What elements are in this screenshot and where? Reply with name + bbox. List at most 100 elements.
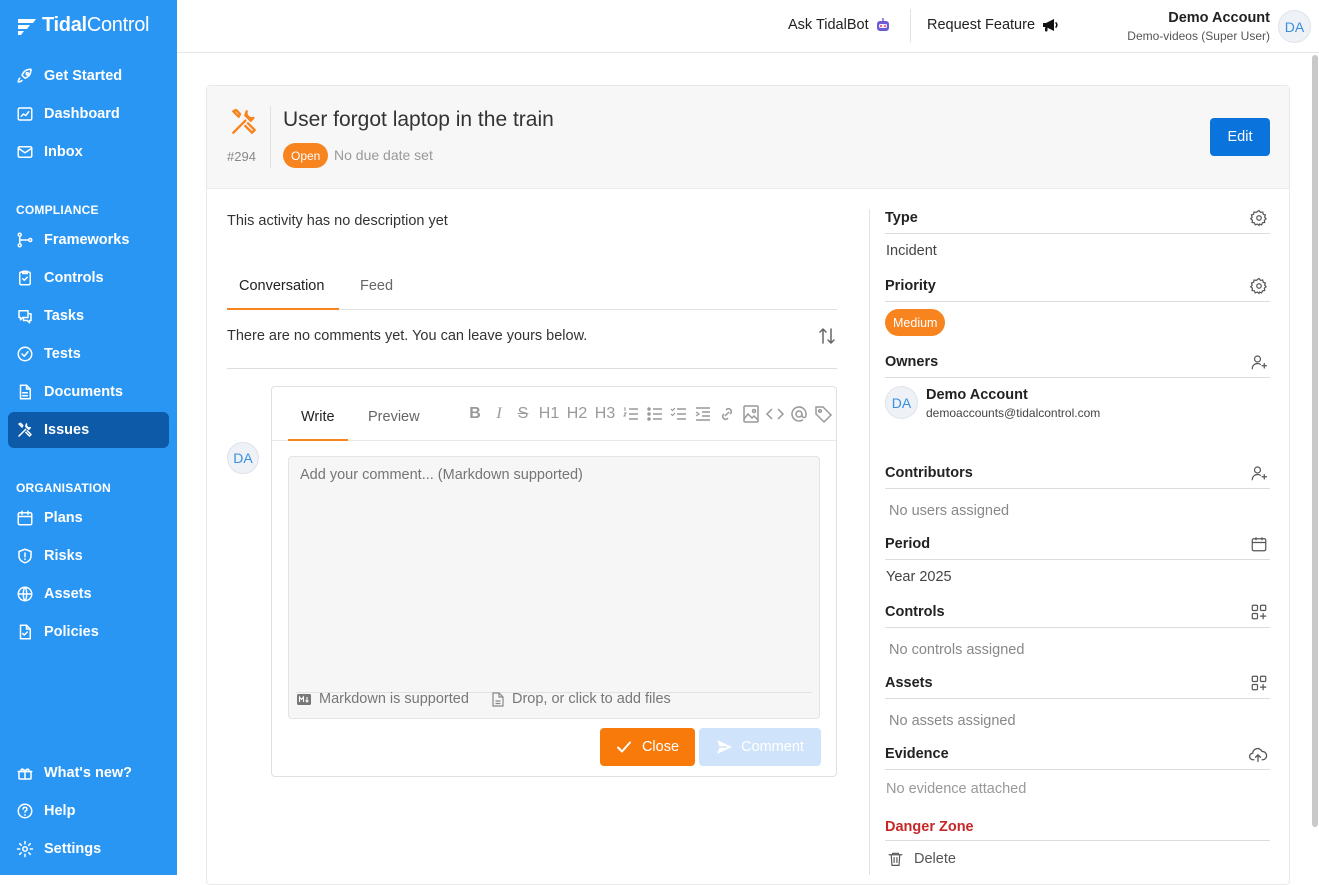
frameworks-icon bbox=[17, 232, 33, 248]
delete-button[interactable]: Delete bbox=[887, 850, 956, 868]
request-feature-link[interactable]: Request Feature bbox=[927, 17, 1059, 33]
edit-button[interactable]: Edit bbox=[1210, 118, 1270, 156]
indent-icon[interactable] bbox=[693, 404, 713, 424]
link-icon[interactable] bbox=[717, 404, 737, 424]
account-avatar[interactable]: DA bbox=[1278, 10, 1311, 43]
status-badge: Open bbox=[283, 143, 329, 168]
heading3-button[interactable]: H3 bbox=[593, 405, 617, 423]
type-label: Type bbox=[885, 210, 918, 226]
markdown-note-text: Markdown is supported bbox=[319, 691, 469, 707]
sidebar-item-issues[interactable]: Issues bbox=[8, 412, 169, 448]
image-icon[interactable] bbox=[741, 404, 761, 424]
tab-feed[interactable]: Feed bbox=[360, 278, 393, 294]
gear-icon[interactable] bbox=[1250, 209, 1268, 227]
sidebar-item-label: Plans bbox=[44, 510, 83, 526]
sidebar-item-inbox[interactable]: Inbox bbox=[8, 134, 169, 170]
task-list-icon[interactable] bbox=[669, 404, 689, 424]
sort-icon[interactable] bbox=[817, 327, 837, 345]
request-feature-label: Request Feature bbox=[927, 17, 1036, 33]
conversation-tabs: Conversation Feed bbox=[227, 269, 837, 310]
sidebar-item-documents[interactable]: Documents bbox=[8, 374, 169, 410]
code-icon[interactable] bbox=[765, 404, 785, 424]
active-tab-indicator bbox=[227, 308, 339, 310]
sidebar: TidalControl Get Started Dashboard Inbox… bbox=[0, 0, 177, 875]
controls-empty-text: No controls assigned bbox=[889, 642, 1025, 658]
assets-empty-text: No assets assigned bbox=[889, 713, 1016, 729]
heading2-button[interactable]: H2 bbox=[565, 405, 589, 423]
sidebar-item-policies[interactable]: Policies bbox=[8, 614, 169, 650]
ask-tidalbot-link[interactable]: Ask TidalBot bbox=[788, 17, 891, 33]
tidalcontrol-logo[interactable]: TidalControl bbox=[16, 14, 149, 37]
evidence-label: Evidence bbox=[885, 746, 949, 762]
comment-button[interactable]: Comment bbox=[699, 728, 821, 766]
dashboard-icon bbox=[17, 107, 33, 121]
tag-icon[interactable] bbox=[813, 404, 833, 424]
commenter-avatar: DA bbox=[227, 442, 259, 474]
documents-icon bbox=[19, 384, 31, 400]
add-grid-icon[interactable] bbox=[1250, 603, 1268, 621]
add-files-text: Drop, or click to add files bbox=[512, 691, 671, 707]
period-value[interactable]: Year 2025 bbox=[886, 569, 952, 585]
comment-editor: Write Preview B I S H1 H2 H3 Markdown is… bbox=[271, 386, 837, 777]
issues-icon bbox=[18, 422, 32, 437]
file-icon bbox=[492, 691, 504, 707]
robot-icon bbox=[876, 18, 889, 31]
mention-icon[interactable] bbox=[789, 404, 809, 424]
sidebar-item-dashboard[interactable]: Dashboard bbox=[8, 96, 169, 132]
tab-write[interactable]: Write bbox=[301, 409, 335, 425]
sidebar-item-label: Risks bbox=[44, 548, 83, 564]
heading1-button[interactable]: H1 bbox=[537, 405, 561, 423]
add-user-icon[interactable] bbox=[1250, 464, 1268, 482]
sidebar-item-frameworks[interactable]: Frameworks bbox=[8, 222, 169, 258]
no-comments-text: There are no comments yet. You can leave… bbox=[227, 328, 588, 344]
sidebar-item-help[interactable]: Help bbox=[8, 793, 169, 829]
close-issue-button[interactable]: Close bbox=[600, 728, 695, 766]
sidebar-item-controls[interactable]: Controls bbox=[8, 260, 169, 296]
comment-input[interactable] bbox=[288, 456, 820, 719]
priority-badge[interactable]: Medium bbox=[885, 309, 946, 336]
sidebar-item-risks[interactable]: Risks bbox=[8, 538, 169, 574]
unordered-list-icon[interactable] bbox=[645, 404, 665, 424]
sidebar-item-tasks[interactable]: Tasks bbox=[8, 298, 169, 334]
gear-icon[interactable] bbox=[1250, 277, 1268, 295]
tab-preview[interactable]: Preview bbox=[368, 409, 420, 425]
tab-conversation[interactable]: Conversation bbox=[239, 278, 324, 294]
add-files-dropzone[interactable]: Drop, or click to add files bbox=[492, 691, 671, 707]
sidebar-item-whats-new[interactable]: What's new? bbox=[8, 755, 169, 791]
account-name[interactable]: Demo Account bbox=[1168, 10, 1270, 26]
sidebar-item-label: Get Started bbox=[44, 68, 123, 84]
rocket-icon bbox=[17, 68, 32, 83]
sidebar-item-label: Issues bbox=[44, 422, 90, 438]
ordered-list-icon[interactable] bbox=[621, 404, 641, 424]
editor-tabs: Write Preview B I S H1 H2 H3 bbox=[272, 387, 836, 441]
issue-number: #294 bbox=[227, 149, 256, 164]
type-value[interactable]: Incident bbox=[886, 243, 937, 259]
logo-text-light: Control bbox=[86, 14, 150, 36]
add-user-icon[interactable] bbox=[1250, 353, 1268, 371]
topbar-divider bbox=[910, 9, 911, 42]
sidebar-item-settings[interactable]: Settings bbox=[8, 831, 169, 867]
gift-icon bbox=[17, 768, 33, 780]
sidebar-item-tests[interactable]: Tests bbox=[8, 336, 169, 372]
due-date-text: No due date set bbox=[334, 147, 433, 163]
page-scrollbar[interactable] bbox=[1312, 55, 1318, 827]
assets-label: Assets bbox=[885, 675, 933, 691]
add-grid-icon[interactable] bbox=[1250, 674, 1268, 692]
sidebar-item-assets[interactable]: Assets bbox=[8, 576, 169, 612]
type-section-header: Type bbox=[885, 209, 1270, 234]
cloud-upload-icon[interactable] bbox=[1248, 745, 1268, 763]
issue-tools-icon bbox=[232, 108, 256, 134]
bold-icon[interactable]: B bbox=[465, 404, 485, 424]
sidebar-item-get-started[interactable]: Get Started bbox=[8, 58, 169, 94]
markdown-supported-note[interactable]: Markdown is supported bbox=[297, 691, 469, 707]
owner-avatar: DA bbox=[885, 386, 918, 419]
calendar-icon[interactable] bbox=[1250, 535, 1268, 553]
details-divider bbox=[869, 209, 870, 875]
italic-icon[interactable]: I bbox=[489, 404, 509, 424]
sidebar-item-plans[interactable]: Plans bbox=[8, 500, 169, 536]
controls-section-header: Controls bbox=[885, 604, 1270, 628]
owner-name[interactable]: Demo Account bbox=[926, 387, 1028, 403]
priority-section-header: Priority bbox=[885, 277, 1270, 302]
sidebar-item-label: Frameworks bbox=[44, 232, 130, 248]
strikethrough-icon[interactable]: S bbox=[513, 404, 533, 424]
